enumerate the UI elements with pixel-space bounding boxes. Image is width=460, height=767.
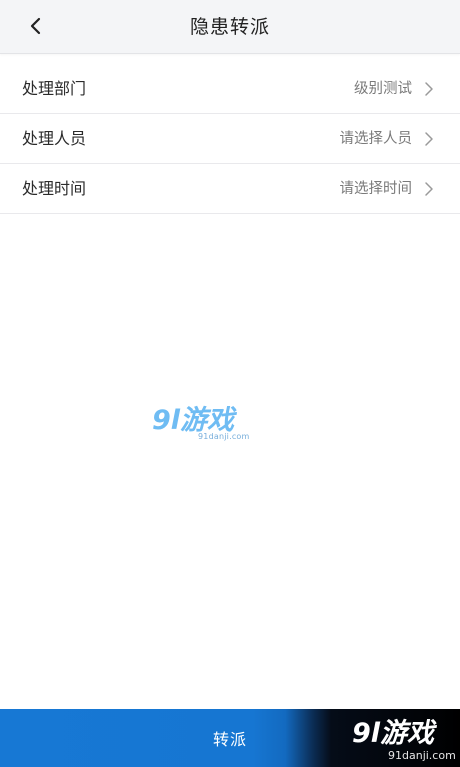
header-bar: 隐患转派	[0, 0, 460, 54]
row-handler[interactable]: 处理人员 请选择人员	[0, 114, 460, 164]
page-title: 隐患转派	[189, 16, 270, 38]
time-value: 请选择时间	[339, 181, 413, 197]
department-value: 级别测试	[354, 81, 412, 97]
time-label: 处理时间	[22, 179, 87, 198]
watermark-logo: 9l游戏 91danji.com	[152, 406, 250, 446]
chevron-right-icon	[424, 131, 434, 147]
transfer-button[interactable]: 转派	[130, 709, 330, 767]
row-time[interactable]: 处理时间 请选择时间	[0, 164, 460, 214]
watermark-url: 91danji.com	[198, 432, 250, 441]
corner-logo-text: 9l游戏	[352, 718, 435, 749]
corner-logo-url: 91danji.com	[388, 749, 456, 762]
app-screen: 隐患转派 处理部门 级别测试 处理人员 请选择人员 处理时间 请选择时间 9l游…	[0, 0, 460, 767]
handler-value: 请选择人员	[339, 131, 413, 147]
chevron-right-icon	[424, 181, 434, 197]
corner-watermark-logo: 9l游戏 91danji.com	[352, 718, 456, 763]
row-department[interactable]: 处理部门 级别测试	[0, 64, 460, 114]
chevron-right-icon	[424, 81, 434, 97]
department-label: 处理部门	[22, 79, 87, 98]
form-list: 处理部门 级别测试 处理人员 请选择人员 处理时间 请选择时间	[0, 64, 460, 214]
bottom-action-bar: 转派 9l游戏 91danji.com	[0, 709, 460, 767]
handler-label: 处理人员	[22, 129, 87, 148]
